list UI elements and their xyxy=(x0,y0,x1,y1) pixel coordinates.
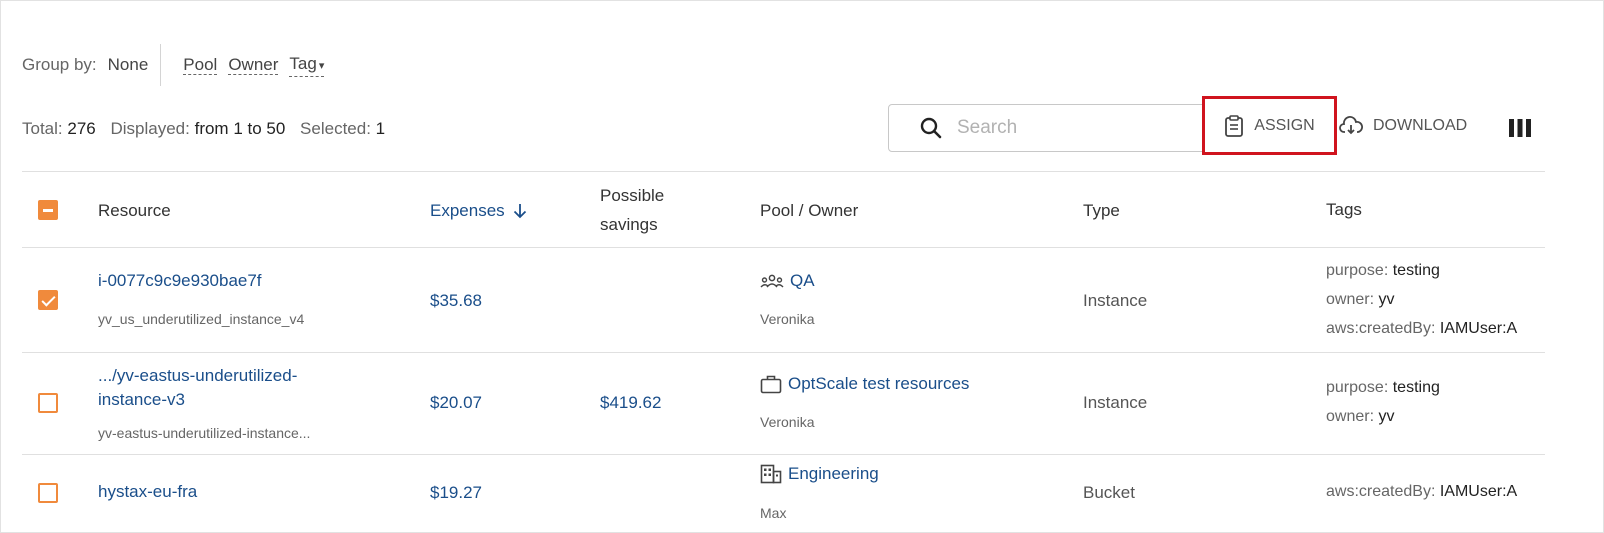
group-by-label: Group by: xyxy=(22,55,97,74)
total-label: Total: xyxy=(22,119,63,138)
expenses-value: $35.68 xyxy=(430,291,482,310)
tag-value: yv xyxy=(1378,291,1395,308)
building-icon xyxy=(760,464,782,484)
pool-link[interactable]: Engineering xyxy=(788,464,879,484)
pool-link[interactable]: QA xyxy=(790,271,815,291)
search-input[interactable] xyxy=(955,116,1189,140)
column-header-tags: Tags xyxy=(1326,200,1362,219)
owner-name: Max xyxy=(760,505,787,521)
expenses-value: $19.27 xyxy=(430,483,482,502)
row-checkbox[interactable] xyxy=(38,393,58,413)
resource-link-line2: instance-v3 xyxy=(98,390,185,409)
briefcase-icon xyxy=(760,375,782,394)
select-all-checkbox[interactable] xyxy=(38,200,58,220)
resource-link[interactable]: i-0077c9c9e930bae7f xyxy=(98,271,262,291)
group-by-pool[interactable]: Pool xyxy=(183,55,218,75)
group-icon xyxy=(760,274,784,288)
columns-button[interactable] xyxy=(1509,119,1531,142)
row-divider xyxy=(22,352,1545,353)
tag-value: yv xyxy=(1378,408,1395,425)
search-icon xyxy=(920,117,942,139)
column-header-type[interactable]: Type xyxy=(1083,196,1120,225)
group-by-value[interactable]: None xyxy=(108,55,149,75)
tag-item: purpose: testing xyxy=(1326,379,1440,397)
type-value: Bucket xyxy=(1083,483,1135,502)
owner-name: Veronika xyxy=(760,414,815,430)
column-header-expenses[interactable]: Expenses xyxy=(430,196,527,225)
pool-link[interactable]: OptScale test resources xyxy=(788,374,969,394)
column-header-savings-line1: Possible xyxy=(600,186,665,205)
tag-key: purpose: xyxy=(1326,262,1389,279)
column-header-savings-line2: savings xyxy=(600,215,658,234)
tag-value: testing xyxy=(1392,262,1440,279)
clipboard-icon xyxy=(1225,114,1244,137)
resource-link[interactable]: .../yv-eastus-underutilized- instance-v3 xyxy=(98,364,297,412)
savings-value: $419.62 xyxy=(600,393,662,412)
download-label: DOWNLOAD xyxy=(1373,117,1468,134)
group-by-bar: Group by: None Pool Owner Tag ▾ xyxy=(22,44,335,86)
tag-value: testing xyxy=(1392,379,1440,396)
tag-value: IAMUser:A xyxy=(1439,320,1518,337)
column-header-pool-owner[interactable]: Pool / Owner xyxy=(760,196,858,225)
resource-name: yv-eastus-underutilized-instance... xyxy=(98,425,311,441)
resource-name: yv_us_underutilized_instance_v4 xyxy=(98,311,305,327)
tag-key: purpose: xyxy=(1326,379,1389,396)
group-by-divider xyxy=(160,44,162,86)
table-top-border xyxy=(22,171,1545,172)
group-by-tag-label: Tag xyxy=(289,53,317,73)
type-value: Instance xyxy=(1083,291,1148,310)
expenses-value: $20.07 xyxy=(430,393,482,412)
table-header-border xyxy=(22,247,1545,248)
pool-cell: Engineering xyxy=(760,464,879,484)
arrow-down-icon xyxy=(513,203,526,218)
row-checkbox[interactable] xyxy=(38,290,58,310)
type-value: Instance xyxy=(1083,393,1148,412)
download-button[interactable]: DOWNLOAD xyxy=(1339,116,1467,136)
tag-value: IAMUser:A xyxy=(1439,483,1518,500)
tag-key: aws:createdBy: xyxy=(1326,320,1436,337)
row-checkbox[interactable] xyxy=(38,483,58,503)
assign-button[interactable]: ASSIGN xyxy=(1202,96,1337,155)
resource-link-line1: .../yv-eastus-underutilized- xyxy=(98,366,298,385)
tag-key: owner: xyxy=(1326,291,1375,308)
column-header-possible-savings[interactable]: Possible savings xyxy=(600,181,664,239)
tag-key: owner: xyxy=(1326,408,1375,425)
owner-name: Veronika xyxy=(760,311,815,327)
search-box[interactable] xyxy=(888,104,1218,152)
selected-value: 1 xyxy=(375,119,386,138)
displayed-value: from 1 to 50 xyxy=(194,119,286,138)
total-value: 276 xyxy=(67,119,96,138)
assign-label: ASSIGN xyxy=(1254,116,1315,134)
column-header-resource[interactable]: Resource xyxy=(98,196,171,225)
totals-summary: Total: 276 Displayed: from 1 to 50 Selec… xyxy=(22,119,385,139)
tag-item: aws:createdBy: IAMUser:A xyxy=(1326,483,1544,501)
displayed-label: Displayed: xyxy=(110,119,190,138)
resource-link[interactable]: hystax-eu-fra xyxy=(98,482,197,502)
group-by-tag[interactable]: Tag ▾ xyxy=(289,53,325,77)
tag-item: aws:createdBy: IAMUser:A xyxy=(1326,320,1544,338)
pool-cell: OptScale test resources xyxy=(760,374,969,394)
caret-down-icon: ▾ xyxy=(318,59,325,72)
cloud-download-icon xyxy=(1339,116,1363,135)
tag-key: aws:createdBy: xyxy=(1326,483,1436,500)
tag-item: owner: yv xyxy=(1326,291,1394,309)
selected-label: Selected: xyxy=(300,119,371,138)
tag-item: owner: yv xyxy=(1326,408,1394,426)
pool-cell: QA xyxy=(760,271,815,291)
tag-item: purpose: testing xyxy=(1326,262,1440,280)
row-divider xyxy=(22,454,1545,455)
columns-icon xyxy=(1509,119,1531,137)
group-by-owner[interactable]: Owner xyxy=(228,55,279,75)
column-header-expenses-label: Expenses xyxy=(430,201,505,220)
